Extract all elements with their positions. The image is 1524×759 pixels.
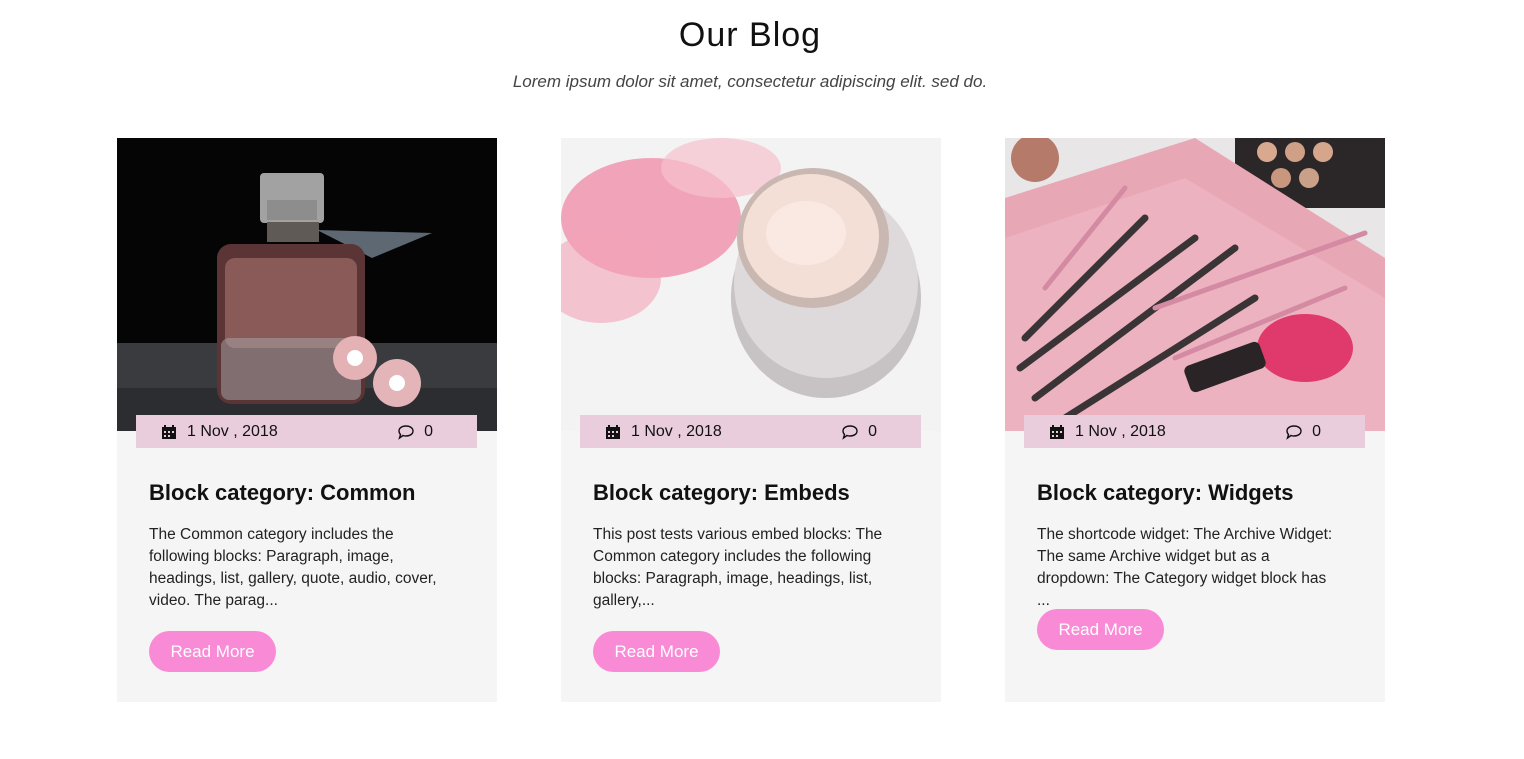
post-date: 1 Nov , 2018 (631, 422, 722, 440)
post-image-brushes[interactable] (1005, 138, 1385, 431)
post-image-perfume[interactable] (117, 138, 497, 431)
section-subtitle: Lorem ipsum dolor sit amet, consectetur … (512, 72, 988, 91)
blog-card: 1 Nov , 2018 0 Block category: Common Th… (117, 138, 497, 702)
read-more-button[interactable]: Read More (1037, 609, 1164, 650)
post-date: 1 Nov , 2018 (187, 422, 278, 440)
post-date: 1 Nov , 2018 (1075, 422, 1166, 440)
post-image-cream[interactable] (561, 138, 941, 431)
comment-bubble-icon (842, 424, 858, 440)
post-meta-bar: 1 Nov , 2018 0 (1024, 415, 1365, 448)
calendar-icon (161, 424, 177, 440)
blog-card: 1 Nov , 2018 0 Block category: Embeds Th… (561, 138, 941, 702)
post-excerpt: The shortcode widget: The Archive Widget… (1037, 526, 1333, 609)
post-excerpt: The Common category includes the followi… (149, 526, 437, 609)
comment-count: 0 (424, 422, 433, 440)
calendar-icon (1049, 424, 1065, 440)
section-title: Our Blog (678, 16, 822, 54)
post-title[interactable]: Block category: Widgets (1037, 480, 1367, 506)
comment-count: 0 (1312, 422, 1321, 440)
post-meta-bar: 1 Nov , 2018 0 (136, 415, 477, 448)
comment-count: 0 (868, 422, 877, 440)
post-meta-bar: 1 Nov , 2018 0 (580, 415, 921, 448)
post-title[interactable]: Block category: Common (149, 480, 479, 506)
read-more-button[interactable]: Read More (593, 631, 720, 672)
calendar-icon (605, 424, 621, 440)
comment-bubble-icon (1286, 424, 1302, 440)
comment-bubble-icon (398, 424, 414, 440)
read-more-button[interactable]: Read More (149, 631, 276, 672)
blog-card: 1 Nov , 2018 0 Block category: Widgets T… (1005, 138, 1385, 702)
post-excerpt: This post tests various embed blocks: Th… (593, 526, 883, 609)
post-title[interactable]: Block category: Embeds (593, 480, 923, 506)
